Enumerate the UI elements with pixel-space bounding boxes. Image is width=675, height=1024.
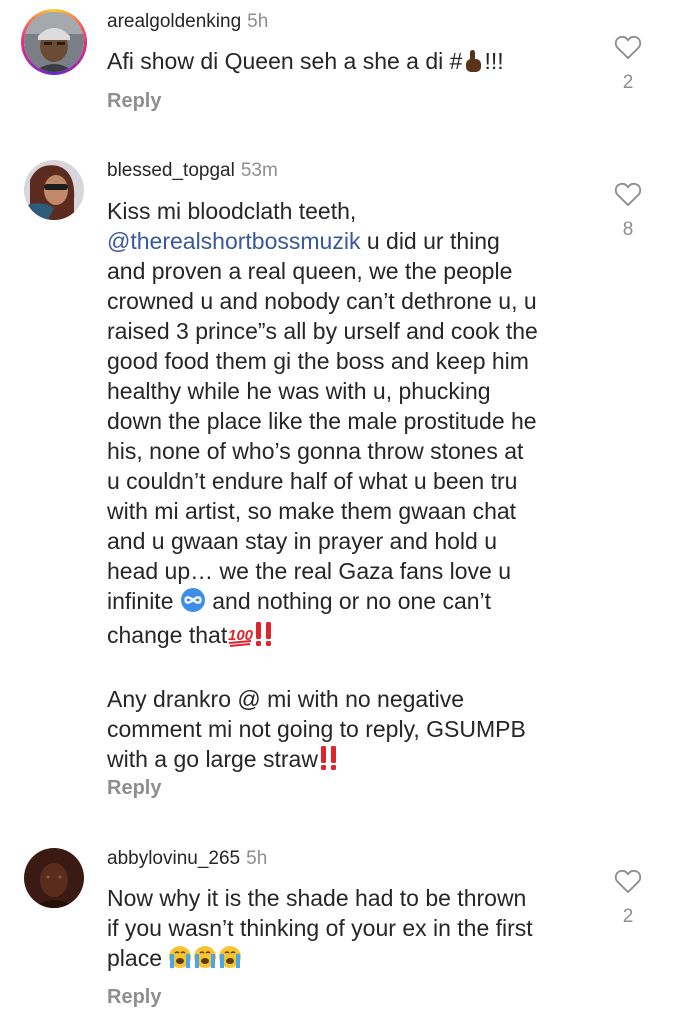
comment-text: Now why it is the shade had to be thrown… <box>107 883 597 977</box>
point-up-emoji <box>462 49 484 80</box>
heart-outline-icon[interactable] <box>614 181 642 207</box>
heart-outline-icon[interactable] <box>614 34 642 60</box>
heart-outline-icon[interactable] <box>614 868 642 894</box>
comment-header: blessed_topgal 53m <box>107 159 278 183</box>
profile-photo-man-cap-icon <box>24 12 84 72</box>
like-control: 2 <box>610 34 646 94</box>
comment-text: Kiss mi bloodclath teeth, @therealshortb… <box>107 196 597 778</box>
like-count: 2 <box>622 72 634 93</box>
avatar[interactable] <box>24 12 84 72</box>
loudly-crying-face-emoji <box>168 944 243 977</box>
like-count: 8 <box>622 219 634 240</box>
comment-text: Afi show di Queen seh a she a di #!!! <box>107 46 597 80</box>
timestamp: 5h <box>246 848 268 869</box>
hundred-points-emoji: 100 <box>227 623 254 654</box>
reply-button[interactable]: Reply <box>107 777 161 800</box>
comment-header: abbylovinu_265 5h <box>107 847 267 871</box>
profile-photo-woman-sunglasses-icon <box>24 160 84 220</box>
mention-link[interactable]: @therealshortbossmuzik <box>107 228 360 254</box>
reply-button[interactable]: Reply <box>107 986 161 1009</box>
profile-photo-dark-icon <box>24 848 84 908</box>
like-control: 2 <box>610 868 646 928</box>
reply-button[interactable]: Reply <box>107 90 161 113</box>
comment-item: arealgoldenking 5h Afi show di Queen seh … <box>0 0 675 140</box>
comment-item: abbylovinu_265 5h Now why it is the shade… <box>0 830 675 1024</box>
infinity-emoji <box>180 587 206 620</box>
like-control: 8 <box>610 181 646 241</box>
double-exclamation-emoji <box>253 621 275 654</box>
timestamp: 5h <box>247 11 269 32</box>
avatar[interactable] <box>24 848 84 908</box>
double-exclamation-emoji <box>318 745 340 778</box>
comment-item: blessed_topgal 53m Kiss mi bloodclath tee… <box>0 140 675 820</box>
like-count: 2 <box>622 906 634 927</box>
username[interactable]: abbylovinu_265 <box>107 848 240 869</box>
avatar[interactable] <box>24 160 84 220</box>
username[interactable]: arealgoldenking <box>107 11 241 32</box>
timestamp: 53m <box>240 160 278 181</box>
comment-header: arealgoldenking 5h <box>107 10 268 34</box>
username[interactable]: blessed_topgal <box>107 160 235 181</box>
